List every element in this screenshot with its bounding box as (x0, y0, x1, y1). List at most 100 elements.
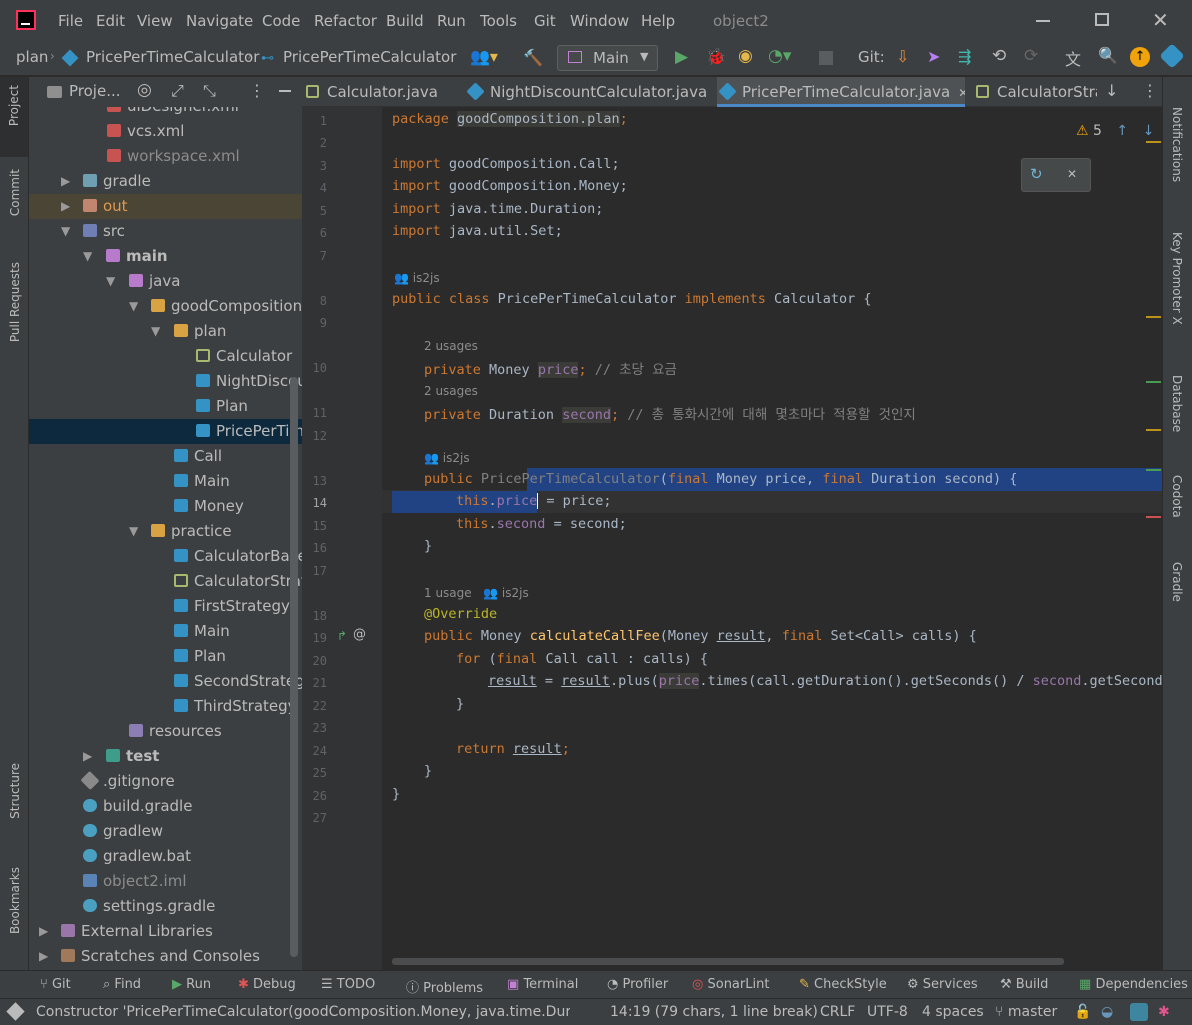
tree-item[interactable]: ThirdStrategy (29, 694, 302, 719)
close-icon[interactable]: ✕ (1067, 167, 1077, 181)
breadcrumb-constructor[interactable]: PricePerTimeCalculator (283, 48, 456, 66)
menu-code[interactable]: Code (262, 12, 300, 30)
tab-night-discount-calculator[interactable]: NightDiscountCalculator.java✕ (465, 77, 715, 107)
tree-item[interactable]: build.gradle (29, 794, 302, 819)
git-tool-button[interactable]: ⑂ Git (40, 977, 71, 992)
profiler-icon[interactable]: ◔▾ (768, 46, 791, 66)
history-icon[interactable]: ⟲ (992, 46, 1006, 66)
tree-item[interactable]: NightDiscou (29, 369, 302, 394)
chevron-down-icon[interactable]: ▼ (83, 244, 93, 269)
tree-item-selected[interactable]: PricePerTime (29, 419, 302, 444)
chevron-down-icon[interactable]: ▼ (61, 219, 71, 244)
tree-item[interactable]: Money (29, 494, 302, 519)
tree-item[interactable]: Calculator (29, 344, 302, 369)
tab-price-per-time-calculator[interactable]: PricePerTimeCalculator.java ✕ (717, 77, 965, 107)
coverage-icon[interactable]: ◉ (738, 46, 753, 66)
locate-icon[interactable]: ◎ (137, 80, 152, 100)
hide-icon[interactable] (279, 90, 291, 92)
tree-item[interactable]: object2.iml (29, 869, 302, 894)
chevron-down-icon[interactable]: ▼ (129, 294, 139, 319)
menu-navigate[interactable]: Navigate (186, 12, 253, 30)
tree-item[interactable]: SecondStrategy (29, 669, 302, 694)
tree-item[interactable]: ▼ src (29, 219, 302, 244)
tree-item[interactable]: uiDesigner.xml (29, 107, 302, 119)
breadcrumb-class[interactable]: PricePerTimeCalculator (86, 48, 259, 66)
git-pull-request-icon[interactable]: ⇶ (958, 47, 971, 66)
debug-tool-button[interactable]: ✱ Debug (238, 977, 296, 992)
stop-icon[interactable] (819, 51, 833, 65)
maximize-button[interactable] (1095, 13, 1109, 26)
usages-hint[interactable]: 2 usages (424, 339, 478, 353)
tree-item[interactable]: ▼ plan (29, 319, 302, 344)
tabs-dropdown-icon[interactable]: ↓ (1105, 81, 1118, 100)
run-icon[interactable]: ▶ (675, 47, 688, 67)
run-tool-button[interactable]: ▶ Run (172, 977, 211, 992)
git-update-icon[interactable]: ⇩ (896, 47, 909, 66)
author-hint[interactable]: 👥 is2js (394, 271, 440, 285)
dependencies-tool-button[interactable]: ▦ Dependencies (1079, 977, 1188, 992)
minimize-button[interactable] (1036, 20, 1050, 22)
notifications-tool-tab[interactable]: Notifications (1170, 107, 1184, 182)
menu-window[interactable]: Window (570, 12, 629, 30)
tree-item[interactable]: ▶ External Libraries (29, 919, 302, 944)
expand-all-icon[interactable]: ⤢ (171, 81, 184, 101)
chevron-down-icon[interactable]: ▼ (129, 519, 139, 544)
caret-position[interactable]: 14:19 (79 chars, 1 line break) (610, 1004, 818, 1020)
tree-item[interactable]: ▼ goodComposition (29, 294, 302, 319)
usages-and-author-hint[interactable]: 1 usage 👥 is2js (424, 586, 529, 600)
git-branch-widget[interactable]: ⑂ master (995, 1004, 1057, 1020)
next-highlight-icon[interactable]: ↓ (1143, 123, 1155, 139)
key-promoter-tool-tab[interactable]: Key Promoter X (1170, 232, 1184, 325)
close-tab-icon[interactable]: ✕ (958, 86, 965, 100)
git-push-icon[interactable]: ➤ (927, 47, 940, 66)
terminal-icon[interactable] (1130, 1003, 1148, 1021)
collapse-all-icon[interactable]: ⤡ (203, 81, 216, 101)
tree-item[interactable]: settings.gradle (29, 894, 302, 919)
event-bug-icon[interactable]: ✱ (1158, 1004, 1170, 1020)
tree-item[interactable]: gradlew.bat (29, 844, 302, 869)
editor-horizontal-scrollbar[interactable] (392, 958, 1064, 965)
tabs-options-icon[interactable]: ⋮ (1142, 81, 1158, 100)
indent-setting[interactable]: 4 spaces (922, 1004, 984, 1020)
tree-item[interactable]: gradlew (29, 819, 302, 844)
tree-item[interactable]: .gitignore (29, 769, 302, 794)
translate-icon[interactable]: 文 (1065, 46, 1081, 70)
jetbrains-toolbox-icon[interactable] (1159, 43, 1185, 69)
tab-calculator-strategy[interactable]: CalculatorStra (972, 77, 1097, 107)
tree-item[interactable]: vcs.xml (29, 119, 302, 144)
tree-item[interactable]: ▶ out (29, 194, 302, 219)
users-icon[interactable]: 👥▾ (470, 47, 498, 66)
find-tool-button[interactable]: ⌕ Find (103, 977, 141, 992)
chevron-down-icon[interactable]: ▼ (151, 319, 161, 344)
tab-calculator[interactable]: Calculator.java (302, 77, 464, 107)
chevron-right-icon[interactable]: ▶ (61, 169, 71, 194)
options-icon[interactable]: ⋮ (249, 81, 265, 100)
search-icon[interactable]: 🔍 (1098, 46, 1118, 65)
breadcrumb-plan[interactable]: plan (16, 48, 48, 66)
lock-icon[interactable]: 🔓 (1074, 1004, 1091, 1020)
menu-file[interactable]: File (58, 12, 83, 30)
menu-help[interactable]: Help (641, 12, 675, 30)
structure-tool-tab[interactable]: Structure (8, 763, 22, 819)
pull-requests-tool-tab[interactable]: Pull Requests (8, 262, 22, 342)
run-config-select[interactable]: Main ▼ (557, 45, 658, 71)
rollback-icon[interactable]: ⟳ (1024, 46, 1038, 66)
previous-highlight-icon[interactable]: ↑ (1116, 123, 1128, 139)
todo-tool-button[interactable]: ☰ TODO (321, 977, 375, 992)
tree-item[interactable]: ▶ Scratches and Consoles (29, 944, 302, 969)
sonarlint-tool-button[interactable]: ◎ SonarLint (692, 977, 769, 992)
chevron-down-icon[interactable]: ▼ (106, 269, 116, 294)
commit-tool-tab[interactable]: Commit (8, 169, 22, 216)
build-hammer-icon[interactable]: 🔨 (523, 48, 543, 67)
tree-item[interactable]: CalculatorStrate (29, 569, 302, 594)
gradle-reload-icon[interactable]: ↻ (1030, 165, 1043, 183)
debug-icon[interactable]: 🐞 (706, 47, 726, 66)
inspection-widget[interactable]: ⚠ 5 ↑ ↓ (1076, 123, 1154, 139)
database-tool-tab[interactable]: Database (1170, 375, 1184, 432)
menu-tools[interactable]: Tools (480, 12, 517, 30)
toggle-tool-windows-icon[interactable] (6, 1002, 25, 1021)
implementing-method-icon[interactable]: ↱ (337, 629, 347, 643)
gradle-tool-tab[interactable]: Gradle (1170, 562, 1184, 602)
close-window-button[interactable]: ✕ (1152, 8, 1169, 32)
services-tool-button[interactable]: ⚙ Services (907, 977, 978, 992)
